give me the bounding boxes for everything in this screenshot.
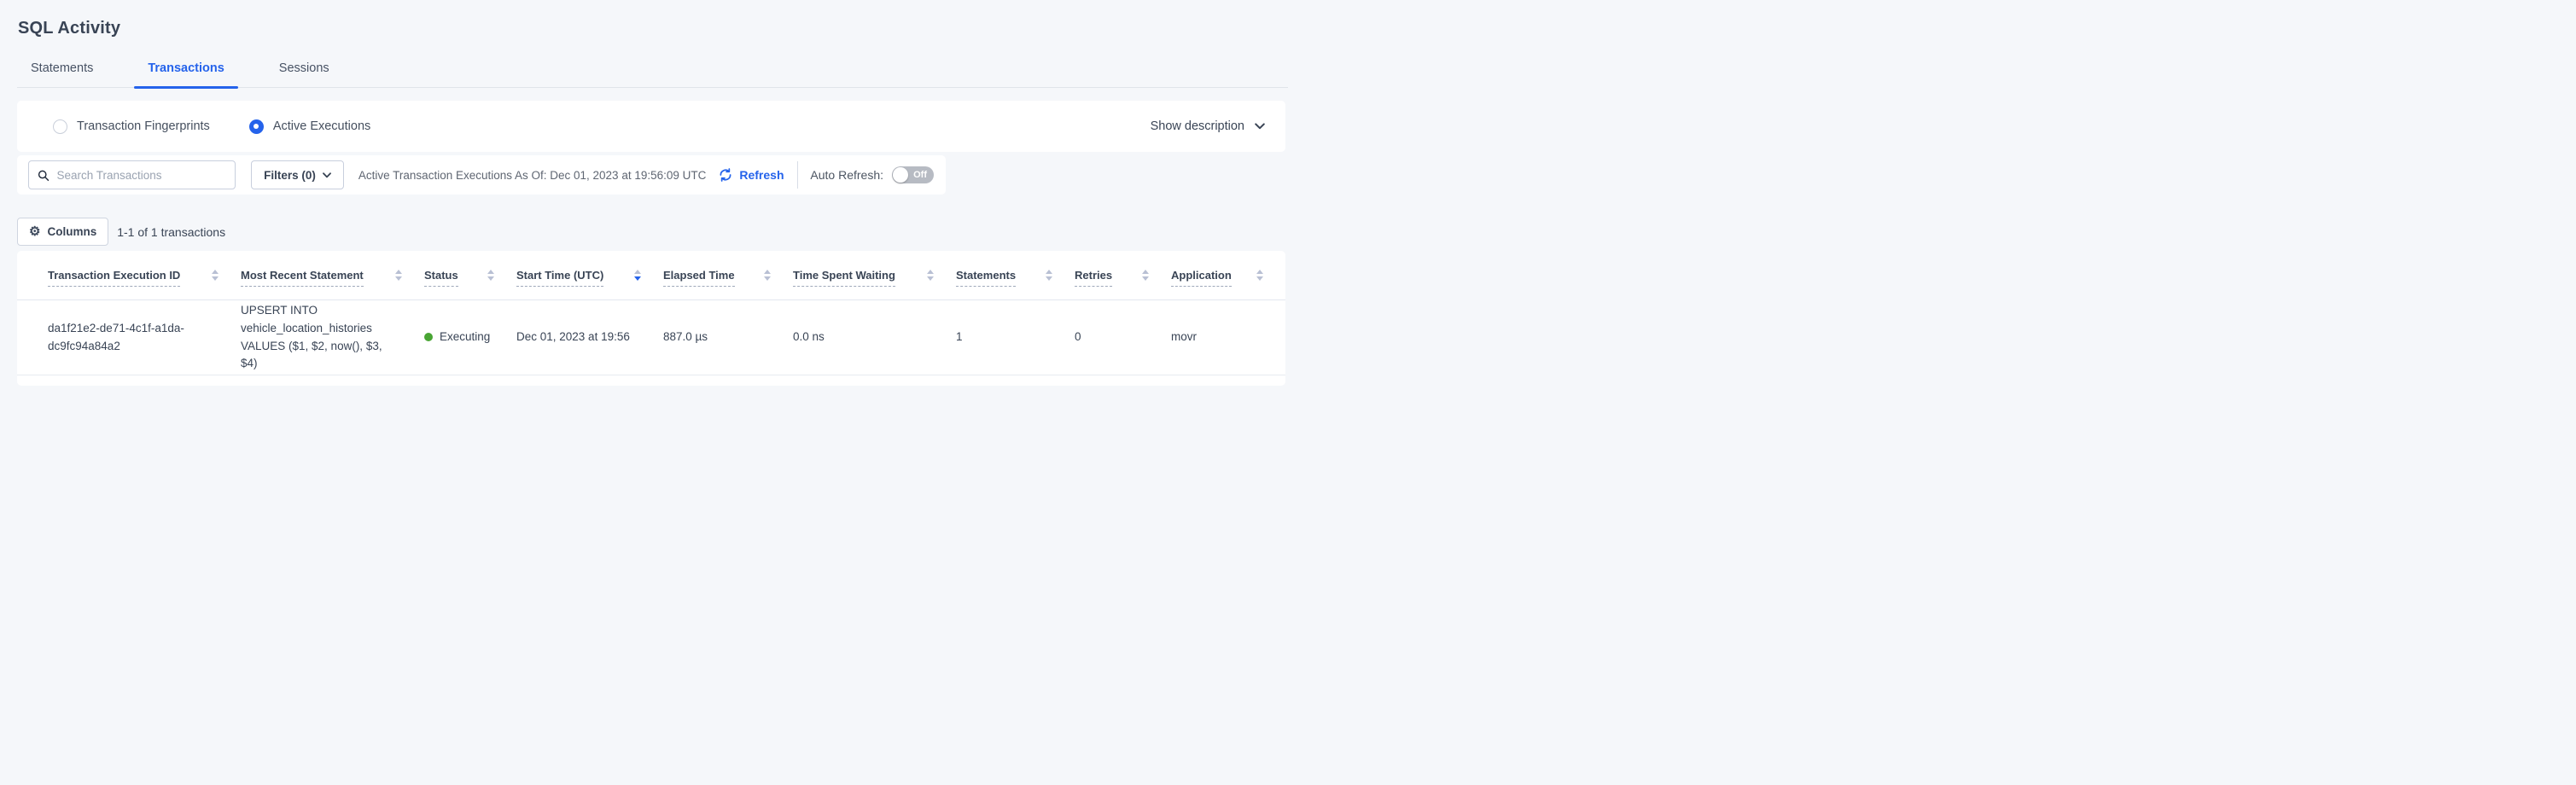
column-header-time-spent-waiting[interactable]: Time Spent Waiting: [793, 251, 956, 299]
column-header-elapsed-time[interactable]: Elapsed Time: [663, 251, 793, 299]
status-label: Executing: [440, 329, 490, 346]
result-count: 1-1 of 1 transactions: [117, 225, 225, 239]
tab-bar: Statements Transactions Sessions: [17, 53, 1288, 88]
sql-activity-page: SQL Activity Statements Transactions Ses…: [0, 0, 1288, 392]
sort-icon[interactable]: [487, 270, 494, 281]
cell-retries: 0: [1075, 329, 1171, 346]
sort-icon[interactable]: [1046, 270, 1052, 281]
table-controls-row: ⚙ Columns 1-1 of 1 transactions: [17, 218, 225, 246]
toggle-state-label: Off: [913, 170, 927, 180]
column-header-start-time[interactable]: Start Time (UTC): [516, 251, 663, 299]
columns-label: Columns: [47, 225, 96, 238]
cell-start-time: Dec 01, 2023 at 19:56: [516, 329, 663, 346]
column-header-retries[interactable]: Retries: [1075, 251, 1171, 299]
table-row[interactable]: da1f21e2-de71-4c1f-a1da-dc9fc94a84a2 UPS…: [17, 300, 1285, 375]
column-header-application[interactable]: Application: [1171, 251, 1285, 299]
as-of-timestamp: Active Transaction Executions As Of: Dec…: [358, 169, 706, 182]
column-header-statements[interactable]: Statements: [956, 251, 1075, 299]
tab-statements[interactable]: Statements: [17, 53, 107, 87]
radio-selected-icon: [249, 119, 264, 134]
toolbar-divider: [797, 161, 798, 189]
show-description-toggle[interactable]: Show description: [1151, 119, 1268, 133]
tab-sessions[interactable]: Sessions: [265, 53, 343, 87]
show-description-label: Show description: [1151, 119, 1244, 133]
refresh-label: Refresh: [739, 168, 784, 182]
transactions-table: Transaction Execution ID Most Recent Sta…: [17, 251, 1285, 386]
table-header-row: Transaction Execution ID Most Recent Sta…: [17, 251, 1285, 300]
refresh-button[interactable]: Refresh: [718, 167, 784, 183]
sort-icon[interactable]: [764, 270, 771, 281]
sort-icon[interactable]: [1256, 270, 1263, 281]
sort-icon[interactable]: [1142, 270, 1149, 281]
toggle-knob: [893, 167, 908, 183]
cell-elapsed-time: 887.0 µs: [663, 329, 793, 346]
refresh-icon: [718, 167, 733, 183]
search-input-wrapper: [28, 160, 236, 189]
sort-icon[interactable]: [212, 270, 219, 281]
status-executing-dot-icon: [424, 333, 433, 341]
column-header-status[interactable]: Status: [424, 251, 516, 299]
cell-application: movr: [1171, 329, 1285, 346]
filters-label: Filters (0): [264, 169, 316, 182]
auto-refresh-label: Auto Refresh:: [810, 168, 883, 182]
chevron-down-icon: [1255, 123, 1265, 130]
column-header-most-recent-statement[interactable]: Most Recent Statement: [241, 251, 424, 299]
cell-transaction-execution-id[interactable]: da1f21e2-de71-4c1f-a1da-dc9fc94a84a2: [48, 320, 223, 356]
cell-status: Executing: [424, 329, 516, 346]
cell-statements: 1: [956, 329, 1075, 346]
cell-time-spent-waiting: 0.0 ns: [793, 329, 956, 346]
column-header-transaction-execution-id[interactable]: Transaction Execution ID: [48, 251, 241, 299]
radio-unselected-icon: [53, 119, 67, 134]
chevron-down-icon: [323, 172, 331, 178]
radio-label: Transaction Fingerprints: [77, 119, 210, 133]
radio-transaction-fingerprints[interactable]: Transaction Fingerprints: [53, 119, 210, 134]
search-input[interactable]: [56, 169, 226, 182]
gear-icon: ⚙: [29, 225, 40, 238]
sort-icon[interactable]: [927, 270, 934, 281]
radio-active-executions[interactable]: Active Executions: [249, 119, 370, 134]
auto-refresh-toggle[interactable]: Off: [892, 166, 934, 183]
page-title: SQL Activity: [18, 19, 120, 38]
table-toolbar: Filters (0) Active Transaction Execution…: [17, 155, 946, 195]
cell-most-recent-statement: UPSERT INTO vehicle_location_histories V…: [241, 302, 422, 374]
sort-icon[interactable]: [395, 270, 402, 281]
columns-button[interactable]: ⚙ Columns: [17, 218, 108, 246]
sort-icon-descending-active[interactable]: [634, 270, 641, 281]
radio-label: Active Executions: [273, 119, 370, 133]
tab-transactions[interactable]: Transactions: [134, 53, 237, 87]
search-icon: [38, 169, 49, 182]
view-mode-panel: Transaction Fingerprints Active Executio…: [17, 101, 1285, 152]
filters-button[interactable]: Filters (0): [251, 160, 344, 189]
